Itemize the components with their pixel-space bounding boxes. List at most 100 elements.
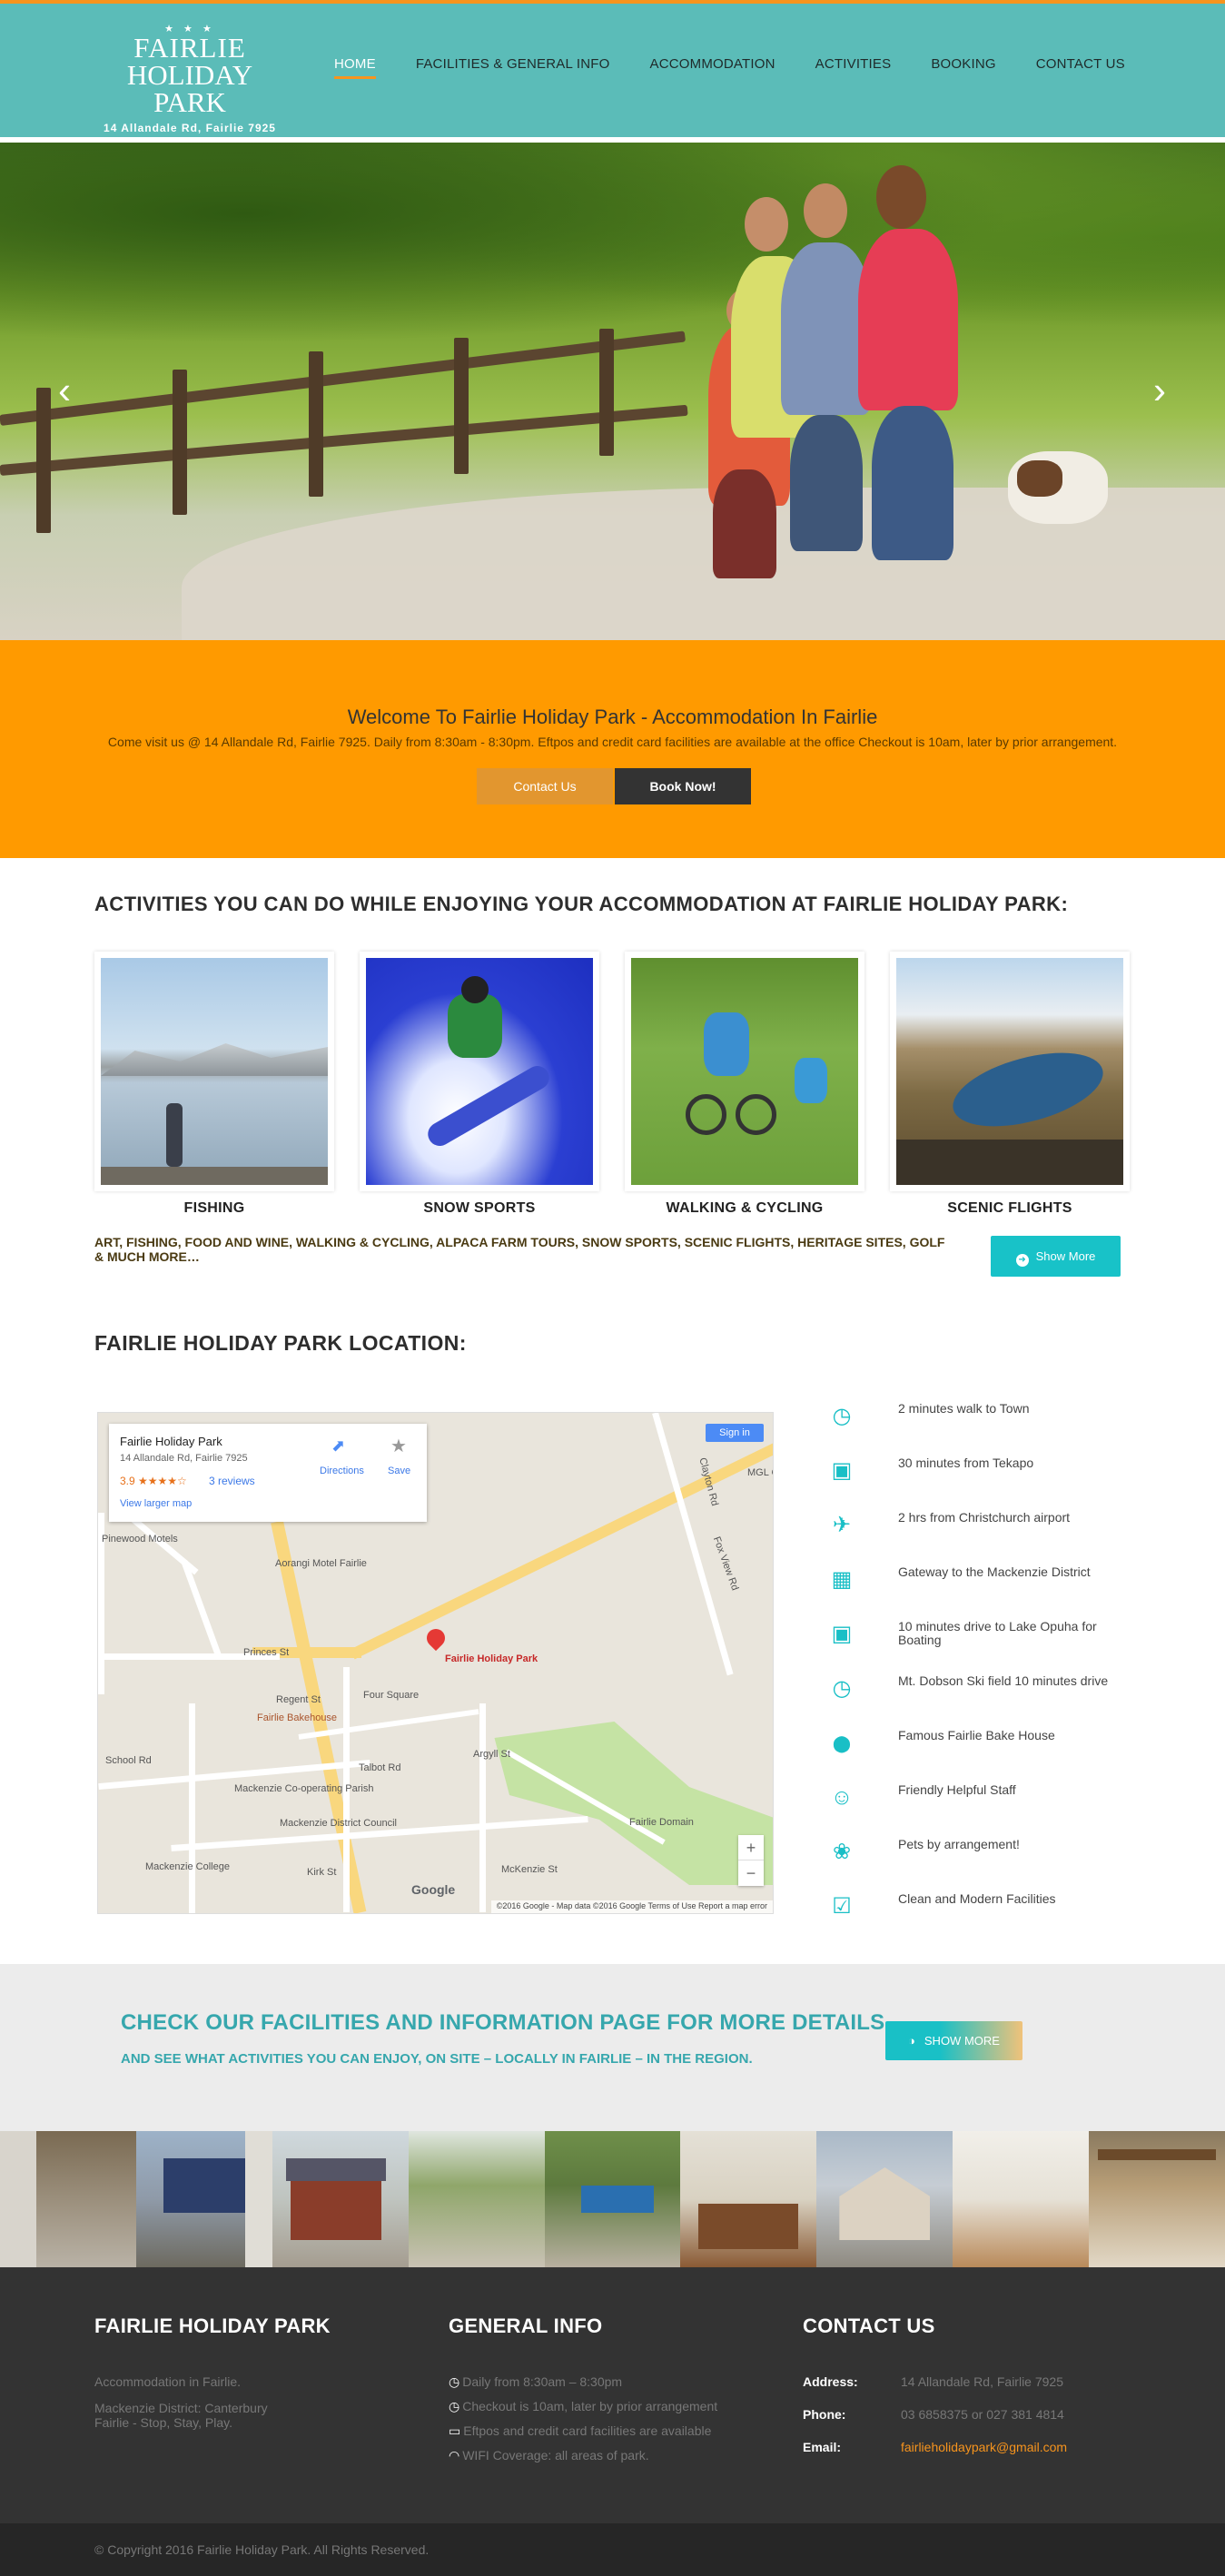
callout-show-more-label: SHOW MORE	[924, 2034, 1000, 2048]
map-sign-in-button[interactable]: Sign in	[706, 1424, 764, 1442]
site-logo[interactable]: ★ ★ ★ FAIRLIE HOLIDAY PARK 14 Allandale …	[94, 24, 285, 134]
footer-address: 14 Allandale Rd, Fairlie 7925	[901, 2374, 1064, 2389]
activity-card-walking-cycling[interactable]	[625, 952, 864, 1191]
feature-item: ◷ Mt. Dobson Ski field 10 minutes drive	[828, 1672, 1137, 1708]
footer-info-text: Checkout is 10am, later by prior arrange…	[462, 2399, 718, 2413]
activity-label-walking-cycling: WALKING & CYCLING	[666, 1200, 824, 1216]
map-label-argyll-st: Argyll St	[473, 1749, 510, 1760]
fishing-image	[101, 958, 328, 1185]
hero-next-arrow-icon[interactable]: ›	[1146, 371, 1173, 410]
map-larger-map-link[interactable]: View larger map	[120, 1498, 192, 1509]
hero-girl	[858, 229, 958, 410]
footer-info-item: ◷ Daily from 8:30am – 8:30pm	[449, 2374, 622, 2389]
clock-icon: ◷	[449, 2399, 460, 2413]
nav-item-booking[interactable]: BOOKING	[931, 56, 995, 72]
footer-email-label: Email:	[803, 2440, 842, 2454]
footer-email-link[interactable]: fairlieholidaypark@gmail.com	[901, 2440, 1067, 2454]
gallery-photo[interactable]	[135, 2131, 272, 2267]
footer-info-text: WIFI Coverage: all areas of park.	[462, 2448, 649, 2462]
plane-icon: ✈	[832, 1513, 852, 1537]
map-place-address: 14 Allandale Rd, Fairlie 7925	[120, 1453, 248, 1464]
map-directions-link[interactable]: Directions	[320, 1466, 364, 1476]
welcome-title: Welcome To Fairlie Holiday Park - Accomm…	[347, 706, 878, 728]
gallery-photo[interactable]	[680, 2131, 817, 2267]
half-circle-icon: ◑	[908, 2034, 915, 2048]
site-footer: FAIRLIE HOLIDAY PARK Accommodation in Fa…	[0, 2267, 1225, 2523]
callout-subtitle: AND SEE WHAT ACTIVITIES YOU CAN ENJOY, O…	[121, 2051, 753, 2067]
map-reviews-link[interactable]: 3 reviews	[209, 1475, 255, 1487]
footer-col2-title: GENERAL INFO	[449, 2314, 603, 2337]
map-label-coop: Mackenzie Co-operating Parish	[234, 1783, 374, 1794]
gallery-photo[interactable]	[1089, 2131, 1225, 2267]
copyright-text: © Copyright 2016 Fairlie Holiday Park. A…	[94, 2542, 430, 2557]
map-place-card: Fairlie Holiday Park 14 Allandale Rd, Fa…	[109, 1424, 427, 1522]
activity-card-fishing[interactable]	[94, 952, 334, 1191]
gallery-photo[interactable]	[408, 2131, 545, 2267]
footer-phone: 03 6858375 or 027 381 4814	[901, 2407, 1064, 2422]
gallery-photo[interactable]	[544, 2131, 681, 2267]
welcome-buttons: Contact Us Book Now!	[477, 768, 751, 804]
callout-title: CHECK OUR FACILITIES AND INFORMATION PAG…	[121, 2010, 892, 2035]
gallery-photo[interactable]	[0, 2131, 136, 2267]
activities-list-text: ART, FISHING, FOOD AND WINE, WALKING & C…	[94, 1235, 945, 1264]
welcome-section: Welcome To Fairlie Holiday Park - Accomm…	[0, 640, 1225, 858]
nav-item-activities[interactable]: ACTIVITIES	[815, 56, 892, 72]
map-save-link[interactable]: Save	[388, 1466, 410, 1476]
gallery-photo[interactable]	[816, 2131, 953, 2267]
feature-item: ◷ 2 minutes walk to Town	[828, 1399, 1137, 1436]
smile-icon: ☺	[830, 1785, 854, 1810]
feature-item: ▣ 10 minutes drive to Lake Opuha for Boa…	[828, 1617, 1137, 1653]
footer-address-label: Address:	[803, 2374, 858, 2389]
feature-text: Clean and Modern Facilities	[898, 1891, 1056, 1906]
show-more-label: Show More	[1035, 1249, 1096, 1263]
walking-cycling-image	[631, 958, 858, 1185]
feature-text: Mt. Dobson Ski field 10 minutes drive	[898, 1673, 1109, 1688]
map-pin-icon[interactable]	[422, 1624, 449, 1652]
hero-mother-head	[745, 197, 788, 252]
callout-show-more-button[interactable]: ◑ SHOW MORE	[885, 2021, 1022, 2060]
feature-item: ⬤ Famous Fairlie Bake House	[828, 1726, 1137, 1762]
hero-girl-head	[876, 165, 926, 229]
map-label-school-rd: School Rd	[105, 1755, 152, 1766]
map-label-mgl: MGL Caro	[747, 1467, 773, 1478]
gallery-photo[interactable]	[272, 2131, 409, 2267]
google-map[interactable]: Pinewood Motels Aorangi Motel Fairlie Fo…	[97, 1412, 774, 1914]
map-label-talbot-rd: Talbot Rd	[359, 1762, 401, 1773]
fence-rail	[0, 404, 688, 476]
welcome-text: Come visit us @ 14 Allandale Rd, Fairlie…	[107, 735, 1118, 749]
activity-label-scenic-flights: SCENIC FLIGHTS	[947, 1200, 1072, 1216]
star-icon: ★	[390, 1436, 407, 1456]
hero-girl-legs	[872, 406, 953, 560]
activity-card-scenic-flights[interactable]	[890, 952, 1130, 1191]
site-header: ★ ★ ★ FAIRLIE HOLIDAY PARK 14 Allandale …	[0, 4, 1225, 140]
map-label-pinewood: Pinewood Motels	[102, 1534, 178, 1545]
fence-post	[36, 388, 51, 533]
activity-label-fishing: FISHING	[183, 1200, 245, 1216]
clock-icon: ◷	[449, 2374, 460, 2389]
hero-prev-arrow-icon[interactable]: ‹	[51, 371, 78, 410]
photo-gallery	[0, 2131, 1225, 2267]
wifi-icon: ◠	[449, 2448, 460, 2462]
feature-item: ☑ Clean and Modern Facilities	[828, 1890, 1137, 1926]
map-road	[479, 1703, 486, 1912]
map-zoom-in-button[interactable]: +	[738, 1835, 764, 1860]
nav-item-contact[interactable]: CONTACT US	[1036, 56, 1125, 72]
building-icon: ▦	[831, 1567, 853, 1592]
nav-item-home[interactable]: HOME	[334, 56, 376, 79]
gallery-photo[interactable]	[953, 2131, 1090, 2267]
hero-father-legs	[790, 415, 863, 551]
paw-icon: ❀	[832, 1840, 852, 1864]
map-place-name: Fairlie Holiday Park	[120, 1435, 222, 1448]
check-square-icon: ☑	[832, 1894, 852, 1919]
contact-us-button[interactable]: Contact Us	[477, 768, 613, 804]
map-zoom-out-button[interactable]: −	[738, 1860, 764, 1886]
book-now-button[interactable]: Book Now!	[615, 768, 751, 804]
directions-icon: ⬈	[331, 1436, 346, 1455]
copyright-bar: © Copyright 2016 Fairlie Holiday Park. A…	[0, 2523, 1225, 2576]
nav-item-accommodation[interactable]: ACCOMMODATION	[649, 56, 775, 72]
nav-item-facilities[interactable]: FACILITIES & GENERAL INFO	[416, 56, 610, 72]
map-label-bakehouse: Fairlie Bakehouse	[257, 1712, 338, 1723]
activity-card-snow-sports[interactable]	[360, 952, 599, 1191]
feature-item: ▣ 30 minutes from Tekapo	[828, 1454, 1137, 1490]
activities-show-more-button[interactable]: ➜ Show More	[991, 1236, 1121, 1277]
